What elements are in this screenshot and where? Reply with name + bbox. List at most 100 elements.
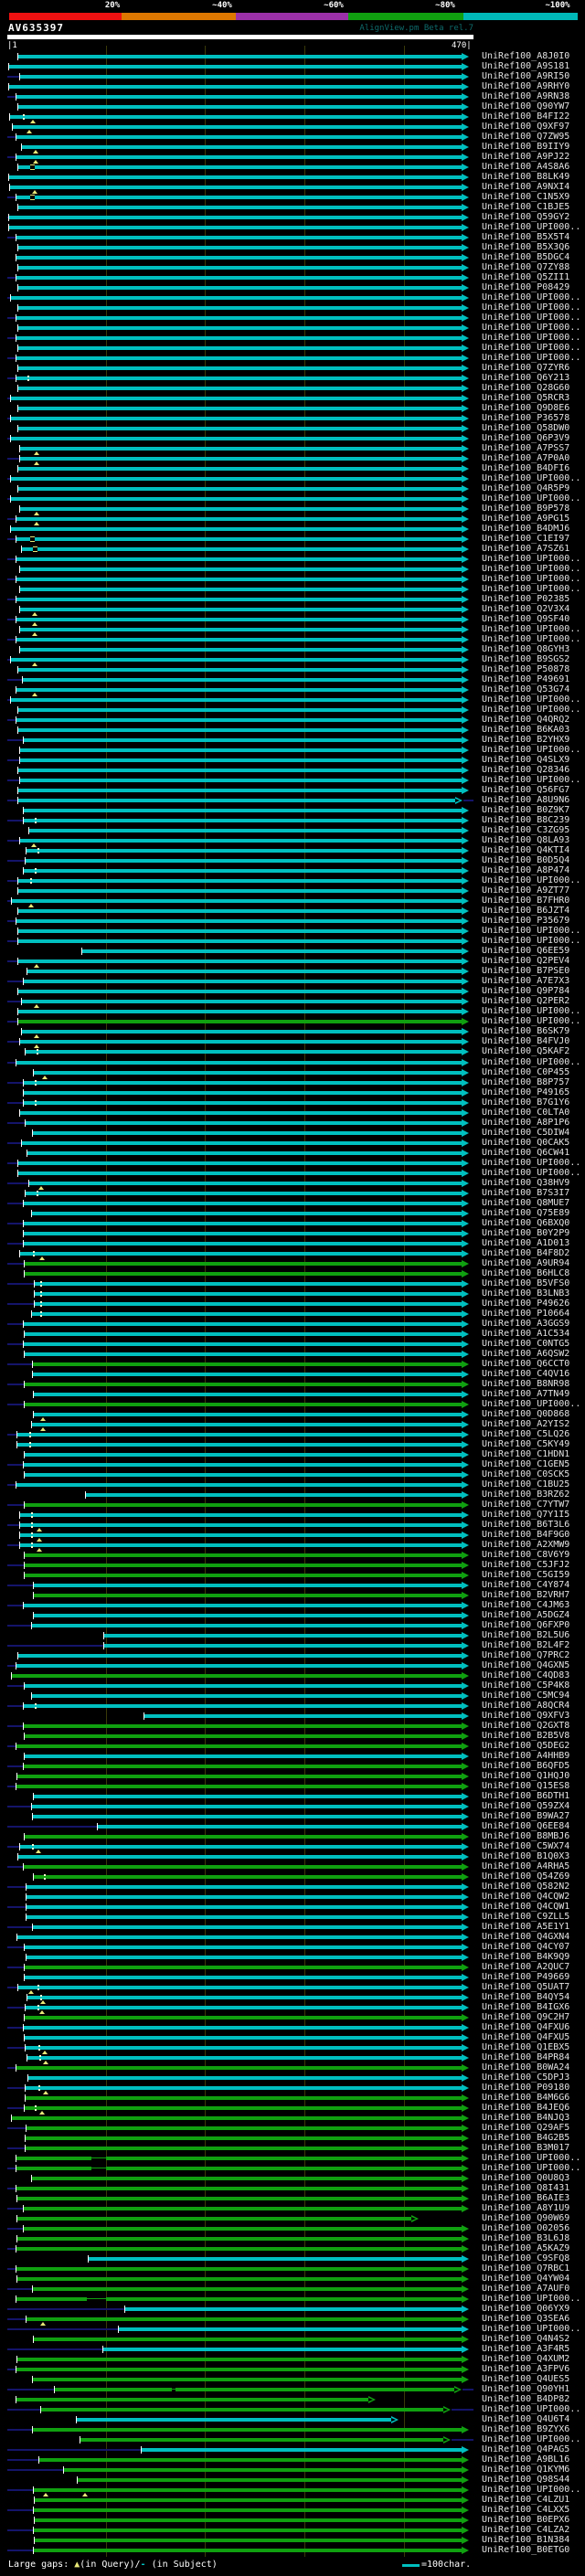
alignment-bar[interactable]: [17, 1775, 462, 1778]
hit-label[interactable]: UniRef100_B4M6G6: [482, 2093, 569, 2103]
hit-label[interactable]: UniRef100_B8P757: [482, 1077, 569, 1087]
hit-label[interactable]: UniRef100_Q6CW41: [482, 1148, 569, 1158]
alignment-bar[interactable]: [25, 1453, 462, 1457]
alignment-bar[interactable]: [33, 2287, 462, 2291]
hit-label[interactable]: UniRef100_Q90YH1: [482, 2384, 569, 2394]
hit-label[interactable]: UniRef100_B7S3I7: [482, 1188, 569, 1198]
hit-label[interactable]: UniRef100_Q75E89: [482, 1208, 569, 1218]
hit-label[interactable]: UniRef100_B6QFD5: [482, 1761, 569, 1771]
alignment-bar[interactable]: [16, 256, 462, 260]
alignment-bar[interactable]: [34, 2508, 462, 2512]
alignment-bar[interactable]: [16, 557, 462, 561]
hit-label[interactable]: UniRef100_B4DMJ6: [482, 524, 569, 534]
hit-label[interactable]: UniRef100_A3GGS9: [482, 1319, 569, 1329]
hit-label[interactable]: UniRef100_A9PG15: [482, 514, 569, 524]
alignment-bar[interactable]: [27, 970, 462, 973]
hit-label[interactable]: UniRef100_A5E1Y1: [482, 1922, 569, 1932]
alignment-bar[interactable]: [23, 678, 462, 682]
alignment-bar[interactable]: [20, 588, 462, 591]
alignment-bar[interactable]: [18, 487, 462, 491]
alignment-bar[interactable]: [25, 1272, 462, 1276]
hit-label[interactable]: UniRef100_P10664: [482, 1309, 569, 1319]
hit-label[interactable]: UniRef100_Q7ZY88: [482, 262, 569, 272]
hit-label[interactable]: UniRef100_Q1KYM6: [482, 2465, 569, 2475]
hit-label[interactable]: UniRef100_B2YHX9: [482, 735, 569, 745]
alignment-bar[interactable]: [24, 1765, 462, 1768]
alignment-bar[interactable]: [33, 1815, 462, 1818]
hit-label[interactable]: UniRef100_A4HHB9: [482, 1751, 569, 1761]
alignment-bar[interactable]: [33, 1131, 462, 1135]
hit-label[interactable]: UniRef100_B7FHR0: [482, 896, 569, 906]
alignment-bar[interactable]: [24, 1232, 462, 1235]
hit-label[interactable]: UniRef100_Q9XF97: [482, 122, 569, 132]
alignment-bar[interactable]: [20, 567, 462, 571]
hit-label[interactable]: UniRef100_P35679: [482, 916, 569, 926]
alignment-bar[interactable]: [16, 135, 462, 139]
hit-label[interactable]: UniRef100_C0P455: [482, 1067, 569, 1077]
hit-label[interactable]: UniRef100_A8QCR4: [482, 1701, 569, 1711]
hit-label[interactable]: UniRef100_B5X5T4: [482, 232, 569, 242]
alignment-bar[interactable]: [35, 1302, 462, 1306]
hit-label[interactable]: UniRef100_C5P4K8: [482, 1680, 569, 1691]
alignment-bar[interactable]: [24, 869, 462, 873]
alignment-bar[interactable]: [25, 2106, 462, 2110]
alignment-bar[interactable]: [20, 75, 462, 79]
alignment-bar[interactable]: [22, 547, 462, 551]
alignment-bar[interactable]: [33, 1373, 462, 1376]
alignment-bar[interactable]: [20, 758, 462, 762]
alignment-bar[interactable]: [24, 1101, 462, 1105]
hit-label[interactable]: UniRef100_C4QD83: [482, 1670, 569, 1680]
hit-label[interactable]: UniRef100_A8Y1U9: [482, 2203, 569, 2213]
hit-label[interactable]: UniRef100_Q38HV9: [482, 1178, 569, 1188]
alignment-bar[interactable]: [104, 1634, 462, 1638]
hit-label[interactable]: UniRef100_B9SGS2: [482, 654, 569, 664]
alignment-bar[interactable]: [20, 1523, 462, 1527]
hit-label[interactable]: UniRef100_C9SFQ8: [482, 2253, 569, 2263]
hit-label[interactable]: UniRef100_Q6P3V9: [482, 433, 569, 443]
alignment-bar[interactable]: [77, 2418, 391, 2422]
alignment-bar[interactable]: [26, 1192, 462, 1195]
hit-label[interactable]: UniRef100_O02056: [482, 2223, 569, 2233]
hit-label[interactable]: UniRef100_Q8I431: [482, 2183, 569, 2193]
hit-label[interactable]: UniRef100_B6AIE3: [482, 2193, 569, 2203]
alignment-bar[interactable]: [16, 2187, 462, 2190]
alignment-bar[interactable]: [24, 980, 462, 983]
alignment-bar[interactable]: [18, 266, 462, 270]
hit-label[interactable]: UniRef100_Q9XFV3: [482, 1711, 569, 1721]
hit-label[interactable]: UniRef100_Q7PRC2: [482, 1650, 569, 1660]
alignment-bar[interactable]: [34, 2528, 462, 2532]
hit-label[interactable]: UniRef100_P36578: [482, 413, 569, 423]
hit-label[interactable]: UniRef100_UPI000..: [482, 1016, 580, 1026]
alignment-bar[interactable]: [11, 437, 462, 440]
alignment-bar[interactable]: [35, 1292, 462, 1296]
alignment-bar[interactable]: [16, 336, 462, 340]
alignment-bar[interactable]: [20, 748, 462, 752]
alignment-bar[interactable]: [9, 216, 462, 219]
hit-label[interactable]: UniRef100_UPI000..: [482, 745, 580, 755]
hit-label[interactable]: UniRef100_Q4CQW2: [482, 1892, 569, 1902]
alignment-bar[interactable]: [24, 1865, 462, 1869]
alignment-bar[interactable]: [25, 1503, 462, 1507]
alignment-bar[interactable]: [26, 2147, 462, 2150]
hit-label[interactable]: UniRef100_UPI000..: [482, 926, 580, 936]
alignment-bar[interactable]: [20, 507, 462, 511]
alignment-bar[interactable]: [18, 1171, 462, 1175]
alignment-bar[interactable]: [18, 929, 462, 933]
hit-label[interactable]: UniRef100_A2XMW9: [482, 1540, 569, 1550]
hit-label[interactable]: UniRef100_B8C239: [482, 815, 569, 825]
alignment-bar[interactable]: [86, 1493, 462, 1497]
alignment-bar[interactable]: [35, 2518, 462, 2522]
hit-label[interactable]: UniRef100_C7YTW7: [482, 1500, 569, 1510]
alignment-bar[interactable]: [16, 1061, 462, 1065]
hit-label[interactable]: UniRef100_A9RHY0: [482, 81, 569, 91]
alignment-bar[interactable]: [16, 578, 462, 581]
alignment-bar[interactable]: [18, 668, 462, 672]
alignment-bar[interactable]: [24, 1091, 462, 1095]
alignment-bar[interactable]: [18, 799, 455, 802]
hit-label[interactable]: UniRef100_B6DTH1: [482, 1791, 569, 1801]
hit-label[interactable]: UniRef100_A9RN38: [482, 91, 569, 101]
hit-label[interactable]: UniRef100_B3RZ62: [482, 1489, 569, 1500]
alignment-bar[interactable]: [33, 1925, 462, 1929]
alignment-bar[interactable]: [18, 407, 462, 410]
hit-label[interactable]: UniRef100_B8LK49: [482, 172, 569, 182]
